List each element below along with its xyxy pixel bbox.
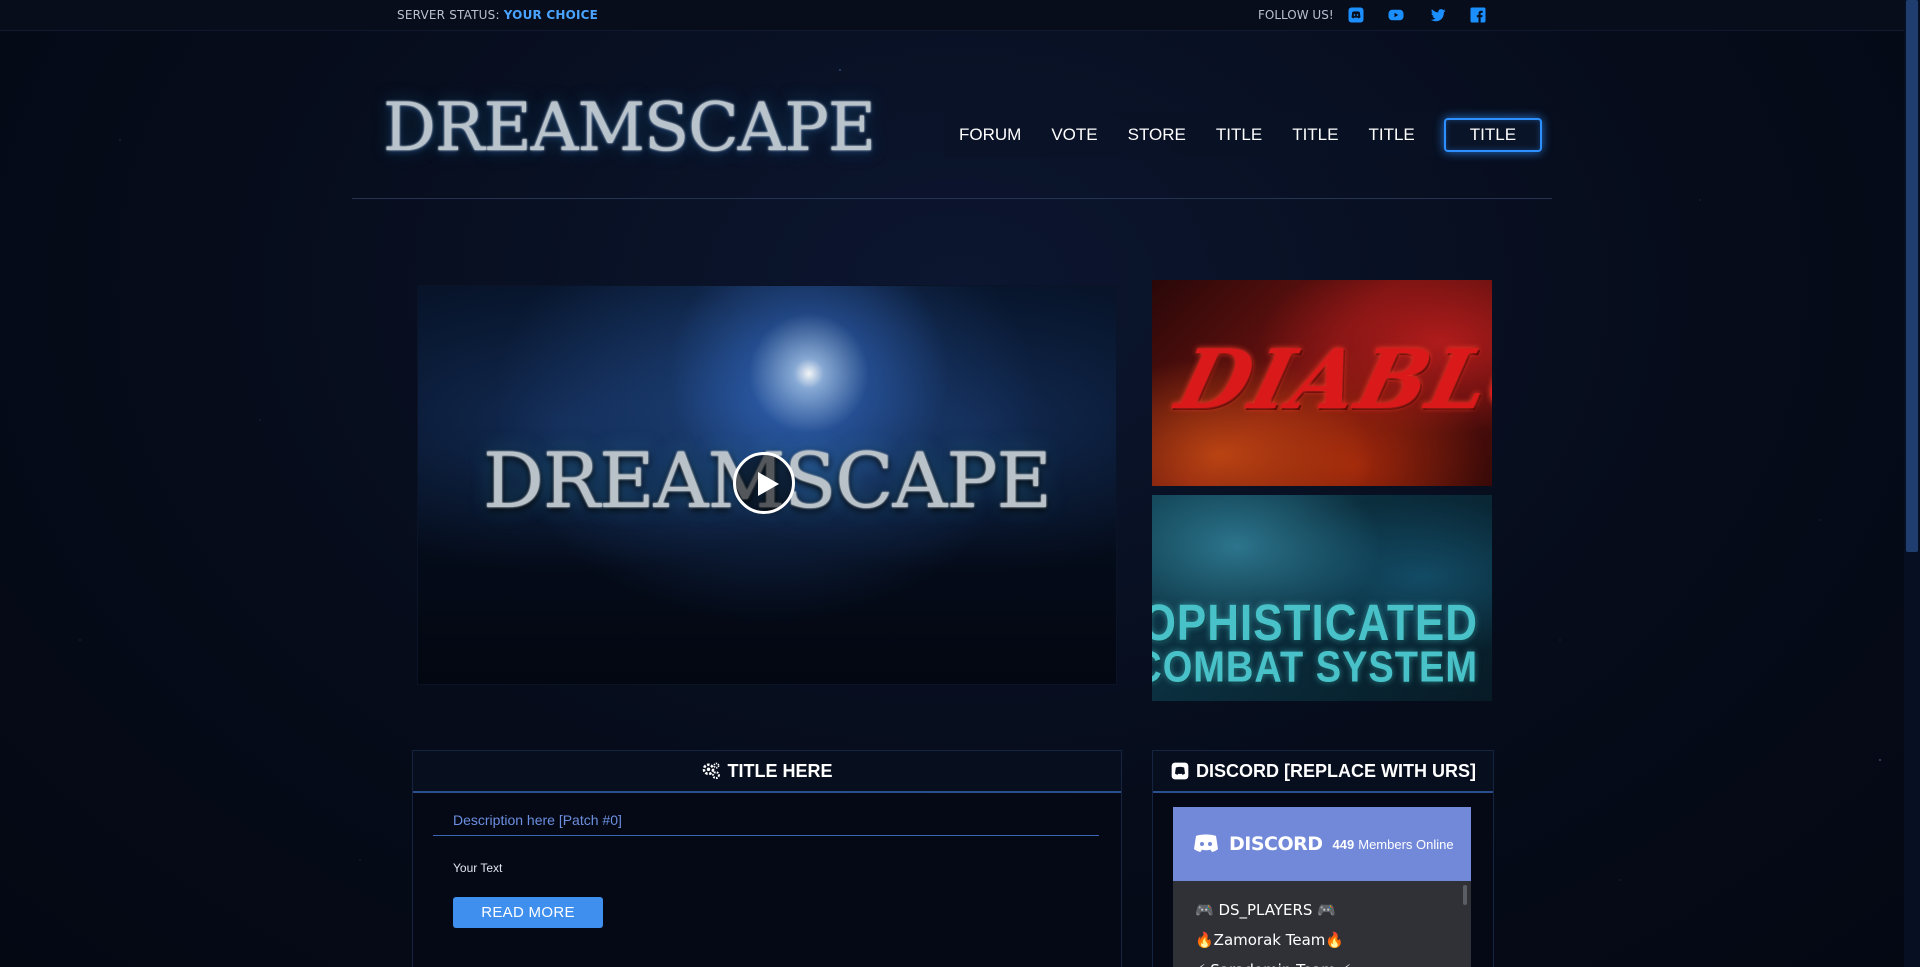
nav-title-highlight-button[interactable]: TITLE <box>1443 118 1543 152</box>
youtube-icon[interactable] <box>1386 5 1406 25</box>
page-scrollbar[interactable] <box>1904 0 1920 967</box>
discord-logo-icon <box>1194 834 1218 852</box>
follow-us-label: FOLLOW US! <box>1258 8 1334 22</box>
nav-title-3[interactable]: TITLE <box>1353 112 1429 158</box>
header-divider <box>352 198 1552 199</box>
twitter-icon[interactable] <box>1428 5 1448 25</box>
discord-channel-list: 🎮 DS_PLAYERS 🎮 🔥Zamorak Team🔥 ⚡ Saradomi… <box>1173 881 1471 967</box>
discord-widget-header: DISCORD 449 Members Online <box>1173 807 1471 881</box>
site-logo[interactable]: DREAMSCAPE <box>383 88 876 168</box>
discord-channel-item[interactable]: ⚡ Saradomin Team ⚡ <box>1195 955 1471 967</box>
play-icon <box>758 472 779 496</box>
logo-text: DREAMSCAPE <box>383 89 876 166</box>
nav-title-2[interactable]: TITLE <box>1277 112 1353 158</box>
discord-panel-header: DISCORD [REPLACE WITH URS] <box>1153 751 1493 793</box>
gears-icon <box>703 762 721 780</box>
server-status-label: SERVER STATUS: <box>397 8 500 22</box>
combat-system-banner[interactable]: SOPHISTICATED COMBAT SYSTEM <box>1152 495 1492 701</box>
nav-title-1[interactable]: TITLE <box>1201 112 1277 158</box>
discord-wordmark: DISCORD <box>1229 833 1323 855</box>
news-panel: TITLE HERE Description here [Patch #0] Y… <box>412 750 1122 967</box>
discord-panel-title: DISCORD [REPLACE WITH URS] <box>1196 760 1476 781</box>
discord-member-count: 449 <box>1332 836 1355 852</box>
diablo-banner-text: DIABLO <box>1168 332 1492 428</box>
discord-widget[interactable]: DISCORD 449 Members Online 🎮 DS_PLAYERS … <box>1173 807 1471 967</box>
combat-banner-line-2: COMBAT SYSTEM <box>1152 643 1478 693</box>
top-bar: SERVER STATUS: YOUR CHOICE FOLLOW US! <box>0 0 1904 31</box>
news-panel-title: TITLE HERE <box>727 760 833 781</box>
server-status-value: YOUR CHOICE <box>503 8 599 22</box>
discord-panel: DISCORD [REPLACE WITH URS] DISCORD 449 M… <box>1152 750 1494 967</box>
page: SERVER STATUS: YOUR CHOICE FOLLOW US! DR… <box>0 0 1920 967</box>
main-nav: FORUM VOTE STORE TITLE TITLE TITLE TITLE <box>944 112 1543 158</box>
server-status: SERVER STATUS: YOUR CHOICE <box>397 8 598 22</box>
discord-member-label: Members Online <box>1358 836 1454 852</box>
diablo-banner[interactable]: DIABLO <box>1152 280 1492 486</box>
facebook-icon[interactable] <box>1468 5 1488 25</box>
nav-store[interactable]: STORE <box>1113 112 1201 158</box>
post-body: Your Text <box>453 861 503 875</box>
discord-channel-item[interactable]: 🎮 DS_PLAYERS 🎮 <box>1195 895 1471 925</box>
discord-channel-item[interactable]: 🔥Zamorak Team🔥 <box>1195 925 1471 955</box>
discord-square-icon <box>1171 762 1189 780</box>
video-play-button[interactable] <box>733 452 795 514</box>
news-panel-header: TITLE HERE <box>413 751 1121 793</box>
page-scrollbar-thumb[interactable] <box>1906 0 1918 552</box>
promo-video[interactable]: DREAMSCAPE <box>418 286 1116 684</box>
discord-scrollbar[interactable] <box>1463 885 1467 905</box>
read-more-button[interactable]: READ MORE <box>453 897 603 928</box>
discord-icon[interactable] <box>1346 5 1366 25</box>
post-title[interactable]: Description here [Patch #0] <box>433 805 1099 836</box>
nav-vote[interactable]: VOTE <box>1036 112 1112 158</box>
nav-forum[interactable]: FORUM <box>944 112 1036 158</box>
